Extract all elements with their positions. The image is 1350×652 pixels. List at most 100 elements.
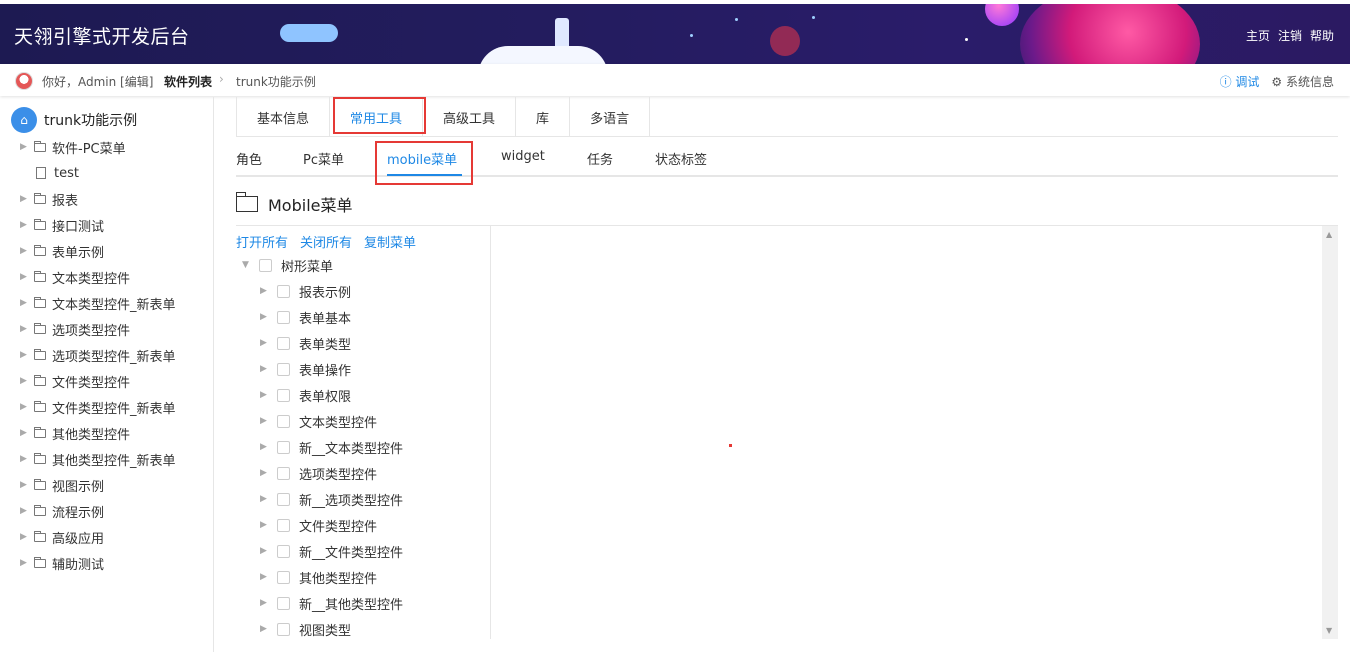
menu-tree-item[interactable]: ▶ 表单类型 (242, 330, 490, 356)
checkbox[interactable] (259, 258, 272, 272)
checkbox[interactable] (277, 362, 290, 376)
left-tree-item-label: 其他类型控件_新表单 (52, 453, 176, 469)
caret-right-icon[interactable]: ▶ (260, 416, 277, 426)
menu-tree-item[interactable]: ▶ 新__文件类型控件 (242, 538, 490, 564)
folder-icon (34, 218, 46, 230)
tab-role[interactable]: 角色 (236, 149, 262, 168)
caret-right-icon[interactable]: ▶ (260, 312, 277, 322)
caret-right-icon[interactable]: ▶ (260, 442, 277, 452)
help-link[interactable]: 帮助 (1310, 27, 1334, 44)
caret-down-icon[interactable]: ▼ (242, 260, 259, 270)
user-greeting[interactable]: 你好，Admin [编辑] (42, 73, 153, 90)
checkbox[interactable] (277, 388, 290, 402)
left-tree-item[interactable]: ▶ 表单示例 (20, 238, 176, 264)
tab-multilanguage[interactable]: 多语言 (570, 97, 651, 137)
left-tree-item[interactable]: ▶ 软件-PC菜单 (20, 134, 176, 160)
caret-right-icon[interactable]: ▶ (260, 364, 277, 374)
folder-icon (34, 374, 46, 386)
tab-library[interactable]: 库 (516, 97, 571, 137)
checkbox[interactable] (277, 414, 290, 428)
checkbox[interactable] (277, 492, 290, 506)
marker-dot (729, 444, 732, 447)
checkbox[interactable] (277, 336, 290, 350)
menu-tree-item-label: 新__选项类型控件 (299, 493, 404, 509)
menu-tree: ▼ 树形菜单 ▶ 报表示例 ▶ 表单基本 ▶ 表单类型 ▶ 表单操作 ▶ 表单权限 ▶ 文本类型控件 ▶ 新_… (242, 252, 490, 642)
left-tree-item[interactable]: ▶ 高级应用 (20, 524, 176, 550)
menu-tree-item[interactable]: ▶ 新__文本类型控件 (242, 434, 490, 460)
expand-all-link[interactable]: 打开所有 (236, 232, 288, 251)
left-tree-item[interactable]: ▶ 选项类型控件_新表单 (20, 342, 176, 368)
checkbox[interactable] (277, 466, 290, 480)
menu-tree-item[interactable]: ▶ 表单操作 (242, 356, 490, 382)
left-tree-item[interactable]: ▶ 选项类型控件 (20, 316, 176, 342)
checkbox[interactable] (277, 310, 290, 324)
left-tree-item[interactable]: test (20, 160, 176, 186)
menu-tree-item[interactable]: ▶ 表单基本 (242, 304, 490, 330)
caret-right-icon[interactable]: ▶ (260, 338, 277, 348)
caret-right-icon: ▶ (20, 142, 27, 152)
folder-icon (34, 322, 46, 334)
folder-icon (34, 556, 46, 568)
menu-tree-item[interactable]: ▶ 报表示例 (242, 278, 490, 304)
left-tree-item[interactable]: ▶ 文件类型控件 (20, 368, 176, 394)
checkbox[interactable] (277, 570, 290, 584)
debug-button[interactable]: ⓘ 调试 (1220, 73, 1260, 90)
tree-root[interactable]: ⌂ trunk功能示例 (11, 107, 137, 133)
caret-right-icon[interactable]: ▶ (260, 390, 277, 400)
tab-status-label[interactable]: 状态标签 (655, 149, 707, 168)
scrollbar[interactable]: ▲ ▼ (1322, 226, 1338, 639)
left-tree-item[interactable]: ▶ 其他类型控件_新表单 (20, 446, 176, 472)
home-link[interactable]: 主页 (1246, 27, 1270, 44)
left-tree-item-label: test (54, 165, 79, 181)
left-tree-item[interactable]: ▶ 文本类型控件_新表单 (20, 290, 176, 316)
left-tree-item[interactable]: ▶ 文本类型控件 (20, 264, 176, 290)
left-tree-item[interactable]: ▶ 文件类型控件_新表单 (20, 394, 176, 420)
system-info-button[interactable]: ⚙ 系统信息 (1271, 73, 1334, 90)
checkbox[interactable] (277, 596, 290, 610)
scroll-down-icon[interactable]: ▼ (1326, 626, 1332, 635)
tab-widget[interactable]: widget (501, 149, 545, 164)
checkbox[interactable] (277, 544, 290, 558)
menu-tree-root[interactable]: ▼ 树形菜单 (242, 252, 490, 278)
left-tree-item[interactable]: ▶ 流程示例 (20, 498, 176, 524)
checkbox[interactable] (277, 622, 290, 636)
left-tree-item[interactable]: ▶ 接口测试 (20, 212, 176, 238)
left-tree-item[interactable]: ▶ 其他类型控件 (20, 420, 176, 446)
menu-tree-item[interactable]: ▶ 新__其他类型控件 (242, 590, 490, 616)
left-tree-item[interactable]: ▶ 视图示例 (20, 472, 176, 498)
copy-menu-link[interactable]: 复制菜单 (364, 232, 416, 251)
caret-right-icon[interactable]: ▶ (260, 468, 277, 478)
caret-right-icon[interactable]: ▶ (260, 494, 277, 504)
collapse-all-link[interactable]: 关闭所有 (300, 232, 352, 251)
menu-tree-item[interactable]: ▶ 其他类型控件 (242, 564, 490, 590)
caret-right-icon[interactable]: ▶ (260, 546, 277, 556)
left-tree-item[interactable]: ▶ 报表 (20, 186, 176, 212)
left-tree-item[interactable]: ▶ 辅助测试 (20, 550, 176, 576)
tab-advanced-tools[interactable]: 高级工具 (423, 97, 517, 137)
tab-pc-menu[interactable]: Pc菜单 (303, 149, 344, 168)
caret-right-icon[interactable]: ▶ (260, 572, 277, 582)
menu-tree-item[interactable]: ▶ 文本类型控件 (242, 408, 490, 434)
left-tree-item-label: 视图示例 (52, 479, 105, 495)
cloud-icon (478, 46, 608, 64)
caret-right-icon[interactable]: ▶ (260, 598, 277, 608)
menu-tree-item[interactable]: ▶ 文件类型控件 (242, 512, 490, 538)
checkbox[interactable] (277, 284, 290, 298)
menu-tree-item[interactable]: ▶ 视图类型 (242, 616, 490, 642)
menu-tree-item-label: 视图类型 (299, 623, 352, 639)
caret-right-icon[interactable]: ▶ (260, 520, 277, 530)
tab-task[interactable]: 任务 (587, 149, 613, 168)
logout-link[interactable]: 注销 (1278, 27, 1302, 44)
breadcrumb-software-list[interactable]: 软件列表 (164, 73, 212, 90)
caret-right-icon[interactable]: ▶ (260, 286, 277, 296)
folder-icon (34, 530, 46, 542)
menu-tree-item-label: 其他类型控件 (299, 571, 378, 587)
menu-tree-item[interactable]: ▶ 表单权限 (242, 382, 490, 408)
menu-tree-item[interactable]: ▶ 选项类型控件 (242, 460, 490, 486)
checkbox[interactable] (277, 518, 290, 532)
checkbox[interactable] (277, 440, 290, 454)
tab-basic-info[interactable]: 基本信息 (236, 97, 331, 137)
menu-tree-item[interactable]: ▶ 新__选项类型控件 (242, 486, 490, 512)
caret-right-icon[interactable]: ▶ (260, 624, 277, 634)
scroll-up-icon[interactable]: ▲ (1326, 230, 1332, 239)
